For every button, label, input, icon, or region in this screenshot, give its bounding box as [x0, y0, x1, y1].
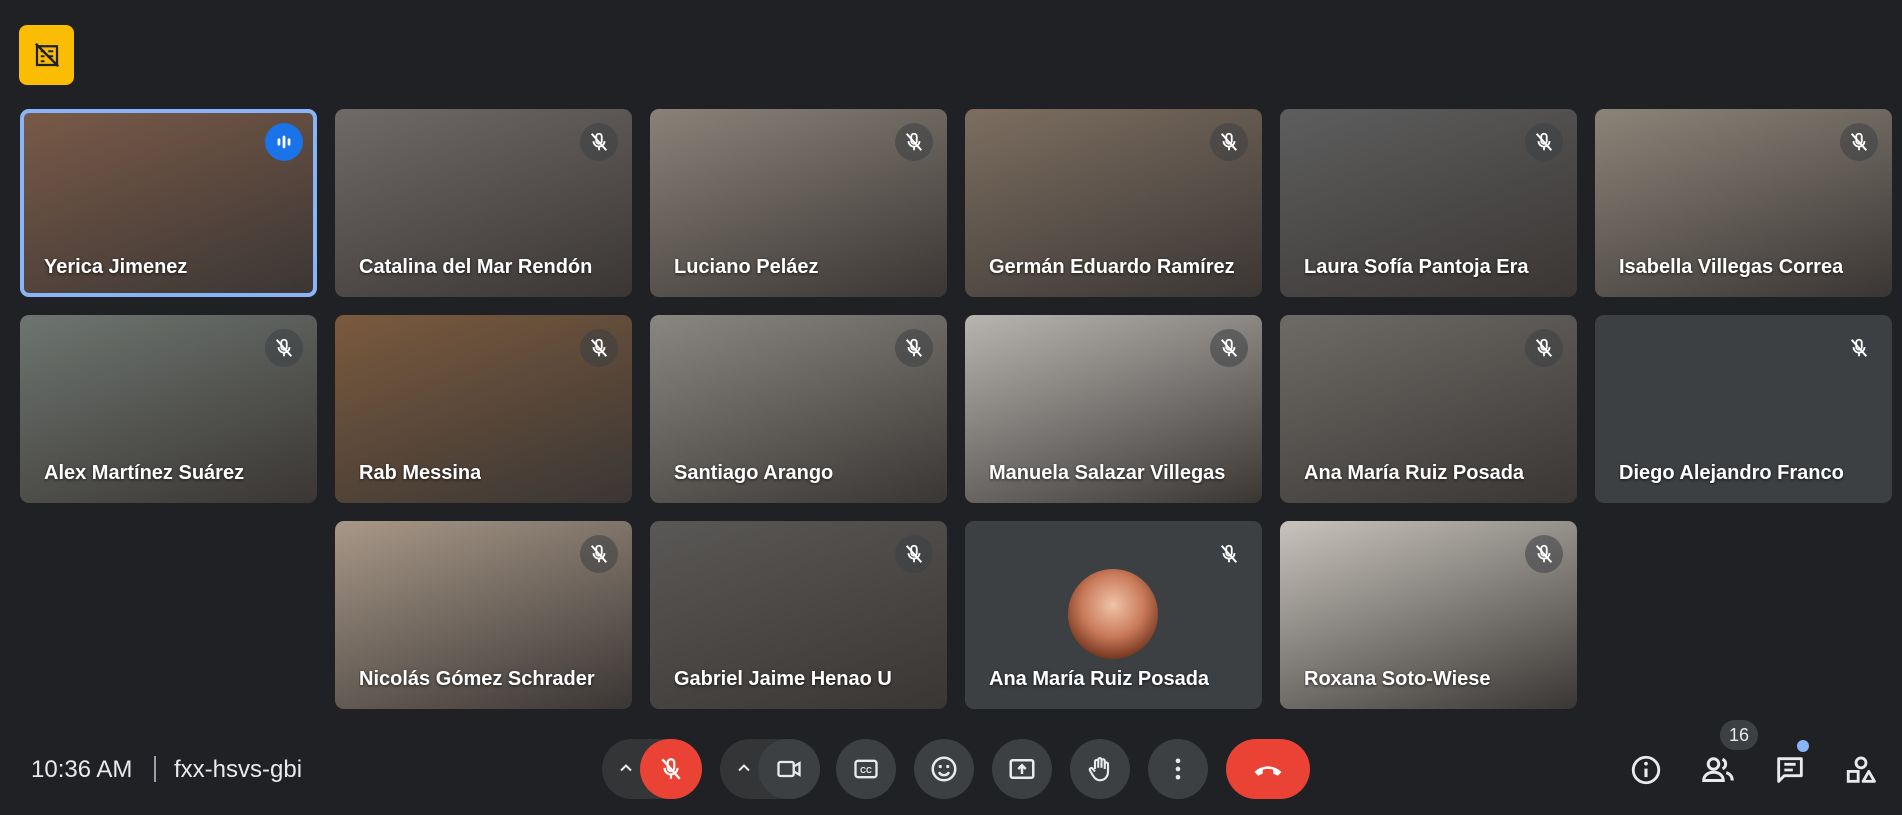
mic-off-icon	[1210, 329, 1248, 367]
mic-off-icon	[1840, 123, 1878, 161]
mic-off-icon	[580, 535, 618, 573]
participant-name: Manuela Salazar Villegas	[989, 462, 1226, 484]
mic-off-icon	[1525, 535, 1563, 573]
mic-off-icon	[895, 535, 933, 573]
participant-tile[interactable]: Roxana Soto-Wiese	[1280, 521, 1577, 709]
mic-off-icon	[265, 329, 303, 367]
camera-options-chevron-icon[interactable]	[734, 758, 754, 783]
captions-button[interactable]: CC	[836, 739, 896, 799]
participant-tile[interactable]: Ana María Ruiz Posada	[965, 521, 1262, 709]
participant-tile[interactable]: Isabella Villegas Correa	[1595, 109, 1892, 297]
raise-hand-button[interactable]	[1070, 739, 1130, 799]
participant-name: Roxana Soto-Wiese	[1304, 668, 1491, 690]
activities-shapes-icon	[1846, 756, 1876, 783]
participant-name: Alex Martínez Suárez	[44, 462, 245, 484]
emoji-icon	[931, 756, 957, 782]
mic-options-chevron-icon[interactable]	[616, 758, 636, 783]
camera-icon	[777, 760, 801, 778]
participant-name: Nicolás Gómez Schrader	[359, 668, 595, 690]
chat-button[interactable]	[1770, 750, 1810, 790]
participant-name: Luciano Peláez	[674, 256, 819, 278]
participant-tile[interactable]: Manuela Salazar Villegas	[965, 315, 1262, 503]
reactions-button[interactable]	[914, 739, 974, 799]
participant-tile[interactable]: Luciano Peláez	[650, 109, 947, 297]
chat-icon	[1777, 757, 1803, 783]
more-vertical-icon	[1175, 758, 1181, 780]
participant-count-badge: 16	[1720, 720, 1758, 750]
participant-name: Catalina del Mar Rendón	[359, 256, 593, 278]
meet-window: Yerica Jimenez Catalina del Mar Rendón Luc…	[0, 0, 1902, 815]
meeting-time: 10:36 AM	[31, 756, 133, 783]
mic-off-icon	[1525, 123, 1563, 161]
microphone-toggle-button[interactable]	[640, 739, 702, 799]
more-options-button[interactable]	[1148, 739, 1208, 799]
participant-grid: Yerica Jimenez Catalina del Mar Rendón Luc…	[0, 0, 1902, 720]
participant-name: Santiago Arango	[674, 462, 834, 484]
mic-off-icon	[1210, 123, 1248, 161]
leave-call-button[interactable]	[1226, 739, 1310, 799]
participant-tile[interactable]: Alex Martínez Suárez	[20, 315, 317, 503]
participant-name: Rab Messina	[359, 462, 482, 484]
bottom-bar: 10:36 AM fxx-hsvs-gbi CC	[0, 720, 1902, 815]
people-icon	[1702, 757, 1734, 782]
participant-name: Yerica Jimenez	[44, 256, 188, 278]
participant-tile[interactable]: Laura Sofía Pantoja Era	[1280, 109, 1577, 297]
participant-tile[interactable]: Germán Eduardo Ramírez	[965, 109, 1262, 297]
meeting-code[interactable]: fxx-hsvs-gbi	[174, 756, 302, 784]
participant-name: Germán Eduardo Ramírez	[989, 256, 1235, 278]
mic-off-icon	[1840, 329, 1878, 367]
divider	[154, 756, 156, 782]
participant-tile[interactable]: Gabriel Jaime Henao U	[650, 521, 947, 709]
participant-tile[interactable]: Diego Alejandro Franco	[1595, 315, 1892, 503]
present-screen-button[interactable]	[992, 739, 1052, 799]
people-button[interactable]	[1698, 750, 1738, 790]
hang-up-icon	[1254, 766, 1282, 776]
avatar	[1068, 569, 1158, 659]
present-icon	[1009, 759, 1035, 779]
camera-control	[720, 739, 820, 799]
participant-name: Diego Alejandro Franco	[1619, 462, 1844, 484]
hand-icon	[1088, 757, 1110, 782]
chat-notification-dot	[1797, 740, 1809, 752]
participant-name: Gabriel Jaime Henao U	[674, 668, 892, 690]
svg-text:CC: CC	[860, 766, 872, 775]
mic-off-icon	[895, 329, 933, 367]
participant-tile[interactable]: Santiago Arango	[650, 315, 947, 503]
participant-tile[interactable]: Nicolás Gómez Schrader	[335, 521, 632, 709]
activities-button[interactable]	[1841, 750, 1881, 790]
participant-name: Isabella Villegas Correa	[1619, 256, 1844, 278]
participant-tile[interactable]: Rab Messina	[335, 315, 632, 503]
participant-tile[interactable]: Yerica Jimenez	[20, 109, 317, 297]
captions-icon: CC	[854, 759, 878, 779]
mic-off-icon	[895, 123, 933, 161]
speaking-indicator-icon	[265, 123, 303, 161]
participant-name: Ana María Ruiz Posada	[1304, 462, 1525, 484]
mic-off-icon	[1210, 535, 1248, 573]
mic-off-icon	[580, 123, 618, 161]
participant-name: Ana María Ruiz Posada	[989, 668, 1210, 690]
meeting-details-button[interactable]	[1626, 750, 1666, 790]
camera-toggle-button[interactable]	[758, 739, 820, 799]
info-icon	[1631, 755, 1661, 785]
microphone-control	[602, 739, 702, 799]
mic-off-icon	[580, 329, 618, 367]
participant-name: Laura Sofía Pantoja Era	[1304, 256, 1529, 278]
participant-tile[interactable]: Catalina del Mar Rendón	[335, 109, 632, 297]
participant-tile[interactable]: Ana María Ruiz Posada	[1280, 315, 1577, 503]
mic-off-icon	[1525, 329, 1563, 367]
mic-off-icon	[661, 758, 681, 780]
